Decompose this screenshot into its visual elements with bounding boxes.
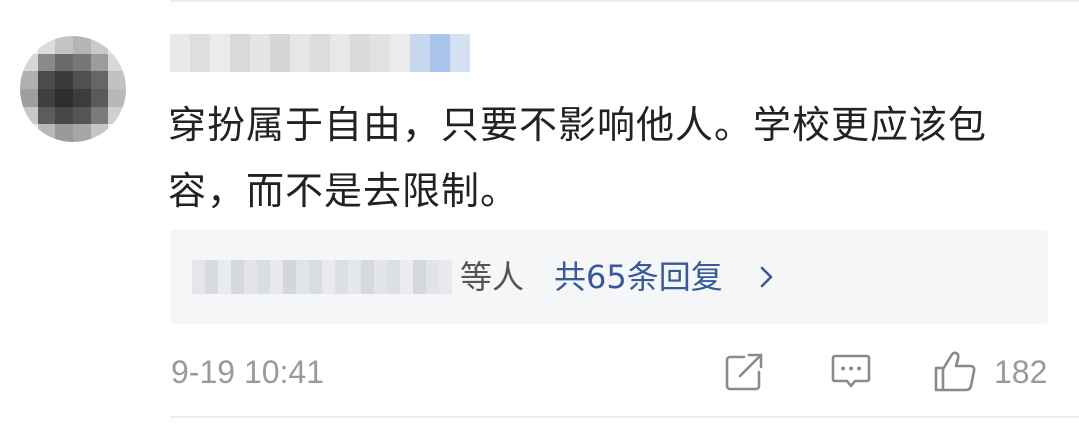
avatar[interactable] (20, 36, 126, 142)
top-divider (170, 0, 1079, 2)
comment-icon[interactable] (829, 350, 873, 394)
reply-users-suffix: 等人 (460, 258, 525, 296)
share-icon[interactable] (722, 350, 766, 394)
chevron-right-icon[interactable] (754, 264, 780, 290)
thumbs-up-icon[interactable] (932, 348, 978, 394)
username-blurred[interactable] (170, 34, 470, 72)
bottom-divider (170, 416, 1079, 418)
comment-timestamp: 9-19 10:41 (171, 354, 325, 390)
reply-count-link[interactable]: 共65条回复 (554, 254, 723, 300)
like-count: 182 (994, 354, 1048, 390)
reply-usernames-blurred (192, 260, 452, 294)
comment-text: 穿扮属于自由，只要不影响他人。学校更应该包容，而不是去限制。 (168, 103, 988, 213)
replies-preview[interactable]: 等人 共65条回复 (170, 230, 1048, 324)
